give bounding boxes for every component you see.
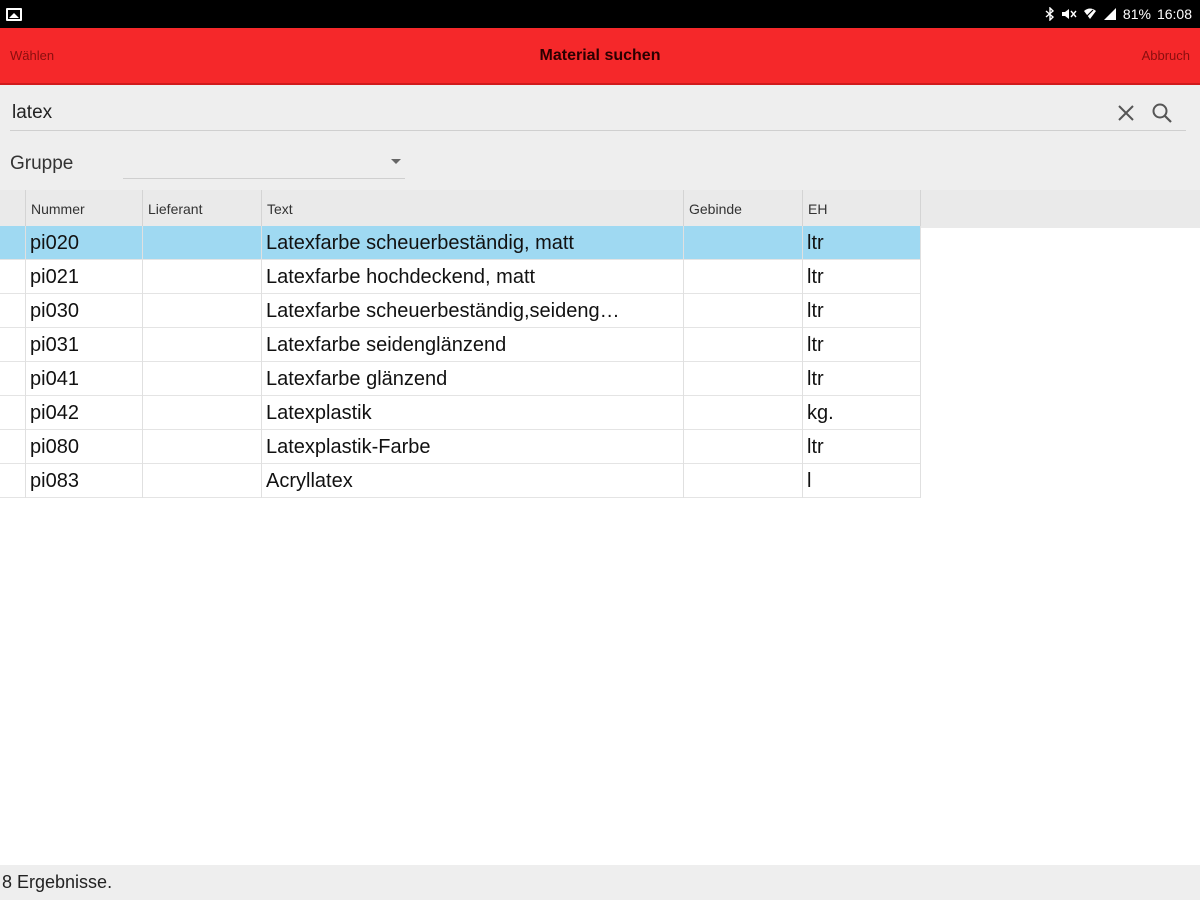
- bluetooth-icon: [1045, 7, 1055, 21]
- page-title: Material suchen: [539, 46, 661, 64]
- cell-eh: ltr: [802, 260, 921, 294]
- column-header-eh[interactable]: EH: [802, 190, 921, 228]
- cell-text-value: Latexfarbe hochdeckend, matt: [266, 265, 536, 288]
- table-row[interactable]: pi042 Latexplastik kg.: [0, 396, 921, 430]
- cell-text: Latexfarbe scheuerbeständig, matt: [261, 226, 684, 260]
- search-icon[interactable]: [1150, 101, 1174, 125]
- signal-icon: [1103, 7, 1117, 21]
- cell-lieferant: [142, 260, 262, 294]
- cell-lieferant: [142, 464, 262, 498]
- column-header-text[interactable]: Text: [261, 190, 684, 228]
- cell-gebinde: [683, 464, 803, 498]
- cell-nummer: pi031: [25, 328, 143, 362]
- column-header-gebinde[interactable]: Gebinde: [683, 190, 803, 228]
- table-header: Nummer Lieferant Text Gebinde EH: [0, 190, 1200, 228]
- cell-lieferant: [142, 430, 262, 464]
- group-label: Gruppe: [10, 153, 74, 174]
- gallery-icon: [6, 7, 22, 21]
- result-count: 8 Ergebnisse.: [0, 865, 1200, 900]
- choose-button[interactable]: Wählen: [10, 48, 54, 63]
- header-bar: Wählen Material suchen Abbruch: [0, 28, 1200, 85]
- cell-eh: kg.: [802, 396, 921, 430]
- cell-lieferant: [142, 362, 262, 396]
- cell-gebinde: [683, 396, 803, 430]
- battery-level: 81%: [1122, 6, 1151, 22]
- clock: 16:08: [1156, 6, 1192, 22]
- cell-nummer: pi083: [25, 464, 143, 498]
- cell-gebinde: [683, 328, 803, 362]
- cell-eh: ltr: [802, 328, 921, 362]
- cell-nummer: pi042: [25, 396, 143, 430]
- cell-eh: ltr: [802, 294, 921, 328]
- cell-text: Latexplastik-Farbe: [261, 430, 684, 464]
- search-row: [10, 95, 1186, 131]
- mute-icon: [1061, 7, 1077, 21]
- cell-nummer: pi080: [25, 430, 143, 464]
- cell-text-value: Latexplastik-Farbe: [266, 435, 431, 458]
- cell-nummer: pi041: [25, 362, 143, 396]
- column-header-lieferant[interactable]: Lieferant: [142, 190, 262, 228]
- cell-eh: l: [802, 464, 921, 498]
- table-row[interactable]: pi020 Latexfarbe scheuerbeständig, matt …: [0, 226, 921, 260]
- cell-nummer: pi021: [25, 260, 143, 294]
- cell-gebinde: [683, 430, 803, 464]
- cancel-button[interactable]: Abbruch: [1142, 48, 1190, 63]
- search-input[interactable]: [10, 99, 1090, 127]
- cell-eh: ltr: [802, 362, 921, 396]
- cell-text-value: Latexfarbe scheuerbeständig,seideng…: [266, 299, 620, 322]
- cell-gebinde: [683, 362, 803, 396]
- cell-lieferant: [142, 328, 262, 362]
- table-row[interactable]: pi083 Acryllatex l: [0, 464, 921, 498]
- cell-text-value: Latexfarbe seidenglänzend: [266, 333, 507, 356]
- cell-text-value: Latexfarbe scheuerbeständig, matt: [266, 231, 574, 254]
- cell-lieferant: [142, 294, 262, 328]
- cell-gebinde: [683, 226, 803, 260]
- table-row[interactable]: pi031 Latexfarbe seidenglänzend ltr: [0, 328, 921, 362]
- cell-nummer: pi030: [25, 294, 143, 328]
- cell-nummer: pi020: [25, 226, 143, 260]
- cell-text-value: Latexplastik: [266, 401, 372, 424]
- wifi-icon: [1083, 7, 1097, 21]
- cell-text-value: Latexfarbe glänzend: [266, 367, 448, 390]
- chevron-down-icon: [391, 159, 401, 164]
- cell-text: Acryllatex: [261, 464, 684, 498]
- column-header-nummer[interactable]: Nummer: [25, 190, 143, 228]
- cell-gebinde: [683, 260, 803, 294]
- table-row[interactable]: pi041 Latexfarbe glänzend ltr: [0, 362, 921, 396]
- cell-gebinde: [683, 294, 803, 328]
- search-panel: Gruppe: [0, 85, 1200, 190]
- cell-eh: ltr: [802, 226, 921, 260]
- group-dropdown[interactable]: [123, 145, 405, 179]
- results-table: pi020 Latexfarbe scheuerbeständig, matt …: [0, 226, 921, 498]
- cell-lieferant: [142, 396, 262, 430]
- cell-text-value: Acryllatex: [266, 469, 353, 492]
- cell-text: Latexplastik: [261, 396, 684, 430]
- cell-text: Latexfarbe glänzend: [261, 362, 684, 396]
- cell-text: Latexfarbe scheuerbeständig,seideng…: [261, 294, 684, 328]
- table-row[interactable]: pi021 Latexfarbe hochdeckend, matt ltr: [0, 260, 921, 294]
- cell-text: Latexfarbe seidenglänzend: [261, 328, 684, 362]
- app-root: 81% 16:08 Wählen Material suchen Abbruch…: [0, 0, 1200, 900]
- status-bar: 81% 16:08: [0, 0, 1200, 28]
- close-icon[interactable]: [1114, 101, 1138, 125]
- cell-eh: ltr: [802, 430, 921, 464]
- cell-text: Latexfarbe hochdeckend, matt: [261, 260, 684, 294]
- cell-lieferant: [142, 226, 262, 260]
- table-row[interactable]: pi080 Latexplastik-Farbe ltr: [0, 430, 921, 464]
- table-row[interactable]: pi030 Latexfarbe scheuerbeständig,seiden…: [0, 294, 921, 328]
